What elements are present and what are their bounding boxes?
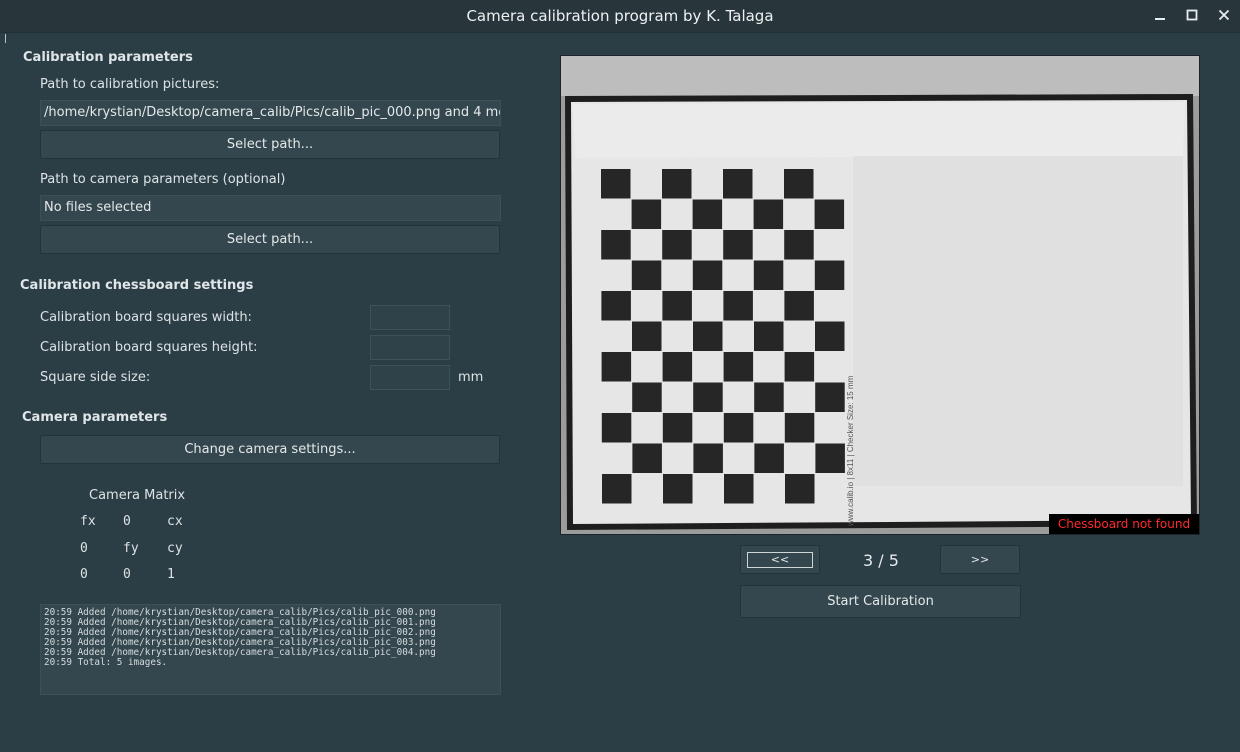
- chessboard-photo: www.calib.io | 8x11 | Checker Size: 15 m…: [561, 56, 1199, 534]
- matrix-cell: 0: [80, 541, 88, 556]
- chessboard-status: Chessboard not found: [1049, 514, 1199, 534]
- squares-height-label: Calibration board squares height:: [40, 340, 258, 355]
- image-counter: 3 / 5: [863, 551, 899, 570]
- matrix-cell: fx: [80, 514, 96, 529]
- matrix-cell: 0: [123, 567, 131, 582]
- squares-width-input[interactable]: [370, 305, 450, 330]
- pictures-path-field[interactable]: /home/krystian/Desktop/camera_calib/Pics…: [40, 100, 501, 126]
- camera-params-path-field[interactable]: No files selected: [40, 195, 501, 221]
- squares-width-label: Calibration board squares width:: [40, 310, 252, 325]
- calibration-parameters-heading: Calibration parameters: [23, 50, 193, 65]
- window-title: Camera calibration program by K. Talaga: [466, 7, 774, 25]
- board-side-text: www.calib.io | 8x11 | Checker Size: 15 m…: [846, 375, 855, 527]
- select-pictures-path-button[interactable]: Select path...: [40, 130, 500, 159]
- minimize-icon[interactable]: [1150, 6, 1170, 26]
- square-size-label: Square side size:: [40, 370, 151, 385]
- matrix-cell: 0: [123, 514, 131, 529]
- start-calibration-button[interactable]: Start Calibration: [740, 585, 1021, 618]
- change-camera-settings-button[interactable]: Change camera settings...: [40, 435, 500, 464]
- squares-height-input[interactable]: [370, 335, 450, 360]
- select-camera-params-path-button[interactable]: Select path...: [40, 225, 500, 254]
- matrix-cell: cy: [167, 541, 183, 556]
- title-bar: Camera calibration program by K. Talaga: [0, 0, 1240, 33]
- text-caret: [5, 34, 6, 43]
- camera-parameters-heading: Camera parameters: [22, 410, 168, 425]
- previous-image-label: <<: [747, 552, 813, 568]
- matrix-cell: 0: [80, 567, 88, 582]
- chessboard-settings-heading: Calibration chessboard settings: [20, 278, 254, 293]
- camera-matrix-title: Camera Matrix: [89, 488, 186, 503]
- log-output[interactable]: 20:59 Added /home/krystian/Desktop/camer…: [40, 604, 501, 695]
- maximize-icon[interactable]: [1182, 6, 1202, 26]
- square-size-unit: mm: [458, 370, 484, 385]
- square-size-input[interactable]: [370, 365, 450, 390]
- close-icon[interactable]: [1214, 6, 1234, 26]
- camera-params-path-label: Path to camera parameters (optional): [40, 172, 286, 187]
- matrix-cell: 1: [167, 567, 175, 582]
- matrix-cell: fy: [123, 541, 139, 556]
- calibration-image-viewer: www.calib.io | 8x11 | Checker Size: 15 m…: [560, 55, 1200, 535]
- matrix-cell: cx: [167, 514, 183, 529]
- next-image-button[interactable]: >>: [940, 545, 1020, 574]
- pictures-path-label: Path to calibration pictures:: [40, 77, 220, 92]
- previous-image-button[interactable]: <<: [740, 545, 820, 574]
